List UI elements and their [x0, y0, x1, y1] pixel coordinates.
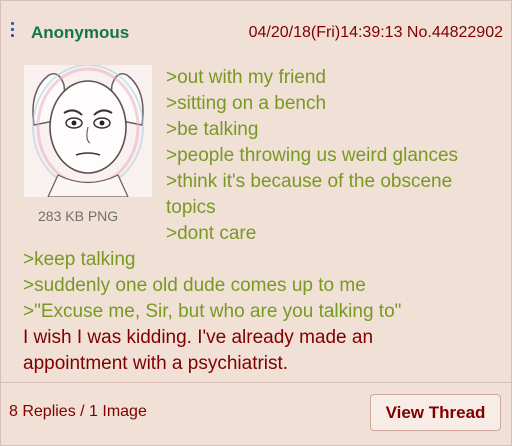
greentext-line: >keep talking: [23, 249, 136, 270]
replies-count: 8 Replies / 1 Image: [9, 403, 147, 420]
greentext-line: >think it's because of the obscene: [166, 171, 453, 192]
greentext-line: >"Excuse me, Sir, but who are you talkin…: [23, 301, 402, 322]
greentext-line: >be talking: [166, 119, 259, 140]
view-thread-button[interactable]: View Thread: [370, 394, 501, 431]
post-card: Anonymous 04/20/18(Fri)14:39:13 No.44822…: [0, 0, 512, 446]
post-body: >out with my friend >sitting on a bench …: [1, 1, 511, 445]
greentext-line: topics: [166, 197, 216, 218]
post-text-line: appointment with a psychiatrist.: [23, 353, 289, 374]
greentext-line: >suddenly one old dude comes up to me: [23, 275, 366, 296]
greentext-line: >people throwing us weird glances: [166, 145, 459, 166]
post-text-line: I wish I was kidding. I've already made …: [23, 327, 374, 348]
greentext-line: >dont care: [166, 223, 257, 244]
greentext-line: >sitting on a bench: [166, 93, 327, 114]
greentext-line: >out with my friend: [166, 67, 326, 88]
footer-divider: [1, 382, 511, 383]
